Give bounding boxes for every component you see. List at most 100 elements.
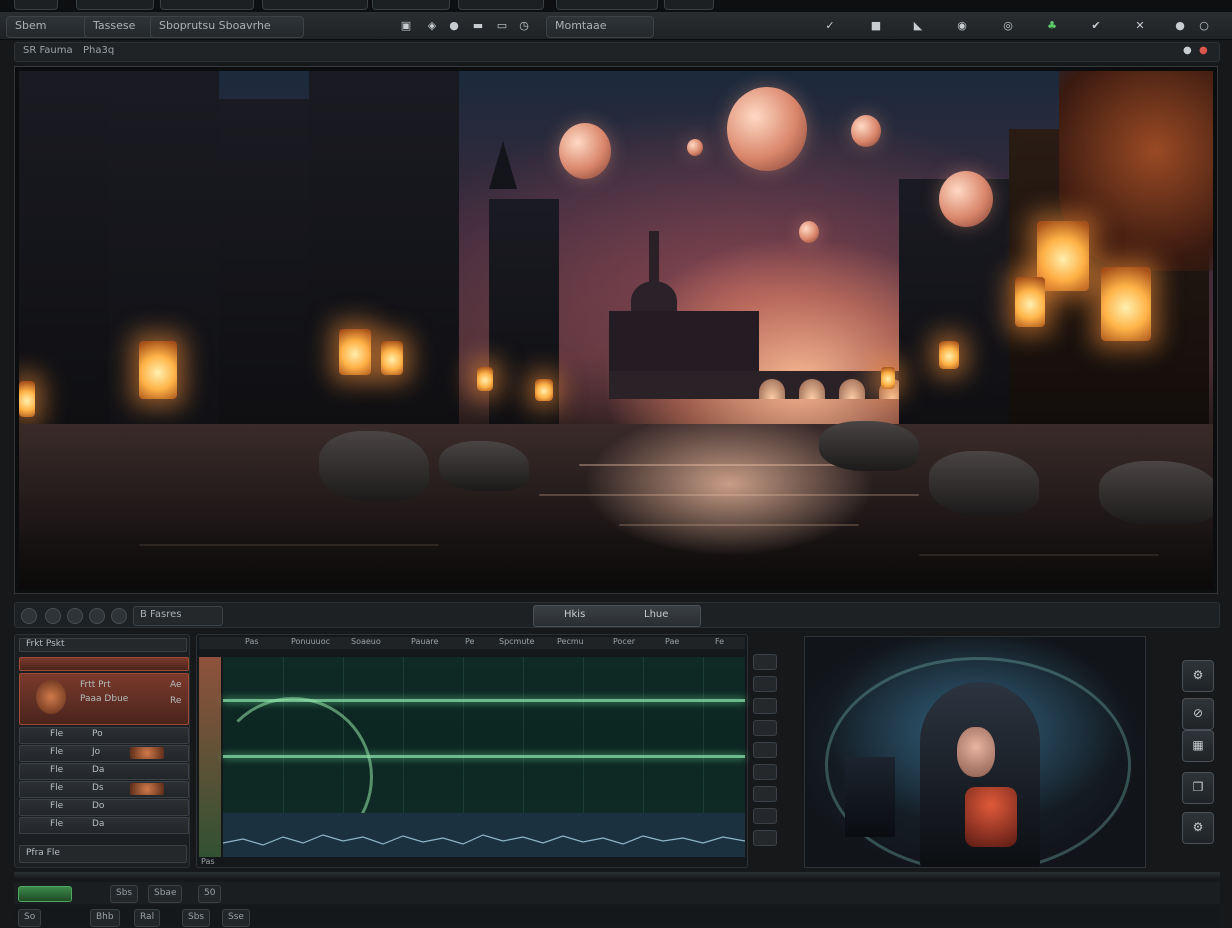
layers-footer[interactable]: Pfra Fle xyxy=(19,845,187,863)
layer-row[interactable]: Fle Jo xyxy=(19,745,189,762)
app-menu-button[interactable]: Sbem xyxy=(6,16,94,38)
layer-row-selected[interactable]: Frtt Prt Paaa Dbue Ae Re xyxy=(19,673,189,725)
record-button[interactable] xyxy=(21,608,37,624)
layers-panel: Frkt Pskt Frtt Prt Paaa Dbue Ae Re Fle P… xyxy=(14,634,190,868)
layer-thumbnail xyxy=(130,783,164,795)
layer-value: Re xyxy=(170,696,182,706)
menu-item[interactable] xyxy=(372,0,450,10)
waveform-timeline[interactable]: Pas Ponuuuoc Soaeuo Pauare Pe Spcmute Pe… xyxy=(196,634,748,868)
ruler-label: Pae xyxy=(665,637,680,646)
film-icon[interactable]: ▭ xyxy=(494,18,510,34)
settings-icon[interactable]: ⚙ xyxy=(1182,812,1214,844)
document-tab[interactable]: Pha3q xyxy=(83,45,114,56)
tool-button[interactable] xyxy=(753,830,777,846)
layer-row[interactable]: Fle Da xyxy=(19,763,189,780)
waveform-area[interactable] xyxy=(213,657,745,857)
grid-icon[interactable]: ▦ xyxy=(1182,730,1214,762)
link-icon[interactable]: ⊘ xyxy=(1182,698,1214,730)
tag-icon[interactable]: ◈ xyxy=(424,18,440,34)
status-pill[interactable]: Sbs xyxy=(110,885,139,903)
status-pill[interactable]: 50 xyxy=(198,885,222,903)
leaf-icon[interactable]: ♣ xyxy=(1044,18,1060,34)
footer-pill[interactable]: Ral xyxy=(134,909,161,927)
tool-button[interactable] xyxy=(753,720,777,736)
clock-icon[interactable]: ◷ xyxy=(516,18,532,34)
menu-item[interactable] xyxy=(664,0,714,10)
stop-button[interactable] xyxy=(89,608,105,624)
lantern xyxy=(19,381,35,417)
right-toolbar: ⚙ ⊘ ▦ ❐ ⚙ xyxy=(1182,660,1214,860)
tool-button[interactable] xyxy=(753,698,777,714)
panel-tabs: Hkis Lhue xyxy=(533,605,701,627)
character-preview[interactable] xyxy=(804,636,1146,868)
ruler-label: Pecmu xyxy=(557,637,584,646)
square-icon[interactable]: ■ xyxy=(868,18,884,34)
document-tab[interactable]: SR Fauma xyxy=(23,45,73,56)
image-icon[interactable]: ▣ xyxy=(398,18,414,34)
path-field[interactable]: Sboprutsu Sboavrhe xyxy=(150,16,304,38)
rock xyxy=(1099,461,1213,525)
circle-icon[interactable]: ● xyxy=(1172,18,1188,34)
top-menu-strip xyxy=(0,0,1232,12)
loop-button[interactable] xyxy=(111,608,127,624)
check-icon[interactable]: ✔ xyxy=(1088,18,1104,34)
main-viewport[interactable] xyxy=(14,66,1218,594)
layer-label: Fle xyxy=(50,765,64,775)
droplet-icon[interactable]: ● xyxy=(446,18,462,34)
footer-pill[interactable]: So xyxy=(18,909,42,927)
bird-icon[interactable]: ✓ xyxy=(822,18,838,34)
film-icon[interactable]: ▬ xyxy=(470,18,486,34)
layer-thumbnail xyxy=(36,680,66,714)
ruler-label: Ponuuuoc xyxy=(291,637,331,646)
fantasy-scene-image xyxy=(19,71,1213,589)
transform-icon[interactable]: ⚙ xyxy=(1182,660,1214,692)
footer-bar: So Bhb Ral Sbs Sse xyxy=(14,906,1220,927)
layers-icon[interactable]: ❐ xyxy=(1182,772,1214,804)
circle-icon[interactable]: ○ xyxy=(1196,18,1212,34)
pin-icon[interactable]: ● xyxy=(1183,45,1192,56)
ruler-label: Pauare xyxy=(411,637,439,646)
pause-button[interactable] xyxy=(67,608,83,624)
menu-item[interactable] xyxy=(14,0,58,10)
balloon xyxy=(687,139,703,156)
tab-right[interactable]: Lhue xyxy=(644,609,668,620)
tool-button[interactable] xyxy=(753,676,777,692)
secondary-waveform[interactable] xyxy=(222,813,746,857)
layer-row[interactable] xyxy=(19,657,189,671)
tool-button[interactable] xyxy=(753,764,777,780)
globe-icon[interactable]: ◉ xyxy=(954,18,970,34)
status-pill[interactable]: Sbae xyxy=(148,885,183,903)
footer-pill[interactable]: Sse xyxy=(222,909,250,927)
tool-button[interactable] xyxy=(753,786,777,802)
menu-item[interactable] xyxy=(556,0,658,10)
footer-pill[interactable]: Bhb xyxy=(90,909,120,927)
layer-row[interactable]: Fle Po xyxy=(19,727,189,744)
menu-item[interactable] xyxy=(458,0,544,10)
fold-icon[interactable]: ◣ xyxy=(910,18,926,34)
left-building xyxy=(19,71,109,429)
lantern xyxy=(881,367,895,389)
layer-row[interactable]: Fle Da xyxy=(19,817,189,834)
rock xyxy=(819,421,919,471)
ruler-label: Spcmute xyxy=(499,637,535,646)
tool-button[interactable] xyxy=(753,742,777,758)
layer-row[interactable]: Fle Do xyxy=(19,799,189,816)
close-icon[interactable]: ● xyxy=(1199,45,1208,56)
footer-pill[interactable]: Sbs xyxy=(182,909,211,927)
menu-item[interactable] xyxy=(160,0,254,10)
workspace-button[interactable]: Momtaae xyxy=(546,16,654,38)
horizontal-separator xyxy=(14,872,1220,878)
timeline-tools xyxy=(750,654,780,854)
mode-selector[interactable]: B Fasres xyxy=(133,606,223,626)
play-button[interactable] xyxy=(45,608,61,624)
globe-icon[interactable]: ◎ xyxy=(1000,18,1016,34)
tab-left[interactable]: Hkis xyxy=(564,609,585,620)
tool-button[interactable] xyxy=(753,808,777,824)
close-icon[interactable]: ✕ xyxy=(1132,18,1148,34)
lantern xyxy=(339,329,371,375)
menu-item[interactable] xyxy=(262,0,368,10)
menu-item[interactable] xyxy=(76,0,154,10)
tool-button[interactable] xyxy=(753,654,777,670)
castle xyxy=(309,71,459,429)
layer-row[interactable]: Fle Ds xyxy=(19,781,189,798)
